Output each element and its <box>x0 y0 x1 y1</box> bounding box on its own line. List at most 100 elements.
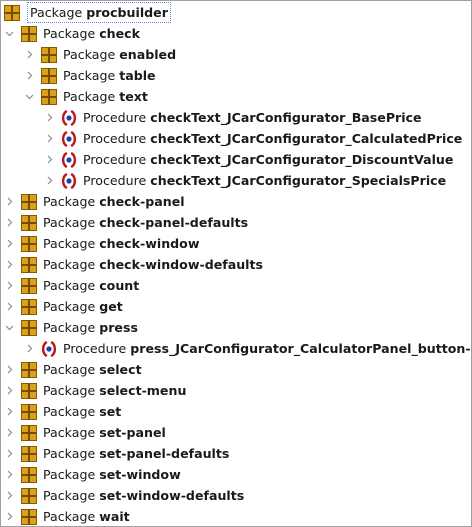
chevron-right-icon[interactable] <box>23 65 35 86</box>
tree-item-label[interactable]: Package select-menu <box>41 381 188 400</box>
item-kind: Package <box>43 320 96 335</box>
chevron-right-icon[interactable] <box>23 338 35 359</box>
tree-item-label[interactable]: Package check-panel-defaults <box>41 213 250 232</box>
item-kind: Procedure <box>83 152 147 167</box>
tree-item-label[interactable]: Procedure press_JCarConfigurator_Calculat… <box>61 339 471 358</box>
item-kind: Package <box>43 299 96 314</box>
item-name: set <box>99 404 122 419</box>
item-kind: Package <box>43 383 96 398</box>
tree-item-label[interactable]: Package count <box>41 276 141 295</box>
chevron-down-icon[interactable] <box>3 23 15 44</box>
chevron-right-icon[interactable] <box>3 380 15 401</box>
item-kind: Package <box>43 446 96 461</box>
tree-item-procedure[interactable]: Procedure checkText_JCarConfigurator_Spec… <box>1 170 471 191</box>
tree-item-package[interactable]: Package set <box>1 401 471 422</box>
tree-item-package[interactable]: Package table <box>1 65 471 86</box>
tree-item-package[interactable]: Package press <box>1 317 471 338</box>
item-name: set-window-defaults <box>99 488 245 503</box>
item-name: checkText_JCarConfigurator_DiscountValue <box>150 152 454 167</box>
item-kind: Package <box>43 257 96 272</box>
tree-item-label[interactable]: Package enabled <box>61 45 178 64</box>
chevron-right-icon[interactable] <box>43 107 55 128</box>
chevron-right-icon[interactable] <box>3 275 15 296</box>
item-kind: Package <box>43 467 96 482</box>
tree-item-package[interactable]: Package check-window-defaults <box>1 254 471 275</box>
package-icon <box>41 88 61 105</box>
tree-item-package[interactable]: Package count <box>1 275 471 296</box>
tree-item-label[interactable]: Package text <box>61 87 150 106</box>
tree-item-package[interactable]: Package check <box>1 23 471 44</box>
tree-item-package[interactable]: Package set-panel <box>1 422 471 443</box>
chevron-right-icon[interactable] <box>43 170 55 191</box>
package-tree[interactable]: Package procbuilder Package check Package e… <box>0 0 472 527</box>
tree-item-label[interactable]: Package check-window-defaults <box>41 255 265 274</box>
tree-item-label[interactable]: Package set-window-defaults <box>41 486 246 505</box>
tree-item-package[interactable]: Package set-window-defaults <box>1 485 471 506</box>
tree-item-label[interactable]: Package table <box>61 66 158 85</box>
package-icon <box>41 46 61 63</box>
tree-item-procedure[interactable]: Procedure press_JCarConfigurator_Calculat… <box>1 338 471 359</box>
chevron-right-icon[interactable] <box>3 296 15 317</box>
tree-root-row[interactable]: Package procbuilder <box>1 2 471 23</box>
tree-item-package[interactable]: Package select-menu <box>1 380 471 401</box>
chevron-right-icon[interactable] <box>3 254 15 275</box>
tree-item-label[interactable]: Package select <box>41 360 144 379</box>
tree-item-label[interactable]: Procedure checkText_JCarConfigurator_Disc… <box>81 150 455 169</box>
chevron-right-icon[interactable] <box>3 233 15 254</box>
tree-item-package[interactable]: Package wait <box>1 506 471 526</box>
item-kind: Package <box>43 425 96 440</box>
tree-item-label[interactable]: Package wait <box>41 507 132 526</box>
chevron-right-icon[interactable] <box>3 506 15 526</box>
chevron-down-icon[interactable] <box>23 86 35 107</box>
tree-item-package[interactable]: Package check-panel-defaults <box>1 212 471 233</box>
tree-item-label[interactable]: Package set-panel <box>41 423 168 442</box>
chevron-right-icon[interactable] <box>3 464 15 485</box>
tree-item-label[interactable]: Package get <box>41 297 125 316</box>
tree-item-label[interactable]: Package check <box>41 24 142 43</box>
item-name: check-panel-defaults <box>99 215 249 230</box>
tree-item-label[interactable]: Package set-window <box>41 465 183 484</box>
chevron-right-icon[interactable] <box>3 191 15 212</box>
chevron-right-icon[interactable] <box>3 443 15 464</box>
chevron-down-icon[interactable] <box>3 317 15 338</box>
tree-item-package[interactable]: Package select <box>1 359 471 380</box>
tree-item-procedure[interactable]: Procedure checkText_JCarConfigurator_Calc… <box>1 128 471 149</box>
chevron-right-icon[interactable] <box>3 359 15 380</box>
chevron-right-icon[interactable] <box>43 128 55 149</box>
item-name: enabled <box>119 47 177 62</box>
tree-item-package[interactable]: Package check-window <box>1 233 471 254</box>
chevron-right-icon[interactable] <box>43 149 55 170</box>
tree-item-package[interactable]: Package get <box>1 296 471 317</box>
tree-item-package[interactable]: Package enabled <box>1 44 471 65</box>
tree-item-label[interactable]: Procedure checkText_JCarConfigurator_Base… <box>81 108 424 127</box>
procedure-icon <box>61 109 81 126</box>
package-icon <box>21 487 41 504</box>
tree-item-label[interactable]: Package set-panel-defaults <box>41 444 231 463</box>
tree-item-label[interactable]: Package check-window <box>41 234 201 253</box>
tree-item-label[interactable]: Package check-panel <box>41 192 187 211</box>
item-kind: Package <box>30 5 83 20</box>
tree-item-package[interactable]: Package check-panel <box>1 191 471 212</box>
item-kind: Package <box>63 89 116 104</box>
tree-item-label[interactable]: Procedure checkText_JCarConfigurator_Spec… <box>81 171 448 190</box>
tree-item-procedure[interactable]: Procedure checkText_JCarConfigurator_Base… <box>1 107 471 128</box>
item-name: press <box>99 320 138 335</box>
tree-item-procedure[interactable]: Procedure checkText_JCarConfigurator_Disc… <box>1 149 471 170</box>
package-icon <box>21 214 41 231</box>
chevron-right-icon[interactable] <box>3 422 15 443</box>
chevron-right-icon[interactable] <box>3 212 15 233</box>
tree-item-label[interactable]: Procedure checkText_JCarConfigurator_Calc… <box>81 129 464 148</box>
tree-item-package[interactable]: Package set-window <box>1 464 471 485</box>
chevron-right-icon[interactable] <box>3 485 15 506</box>
item-name: table <box>119 68 156 83</box>
tree-root-label[interactable]: Package procbuilder <box>27 2 171 23</box>
tree-item-label[interactable]: Package press <box>41 318 140 337</box>
item-kind: Package <box>63 68 116 83</box>
chevron-right-icon[interactable] <box>23 44 35 65</box>
tree-item-label[interactable]: Package set <box>41 402 123 421</box>
tree-item-package[interactable]: Package set-panel-defaults <box>1 443 471 464</box>
chevron-right-icon[interactable] <box>3 401 15 422</box>
tree-item-package[interactable]: Package text <box>1 86 471 107</box>
item-name: text <box>119 89 148 104</box>
item-kind: Procedure <box>83 173 147 188</box>
